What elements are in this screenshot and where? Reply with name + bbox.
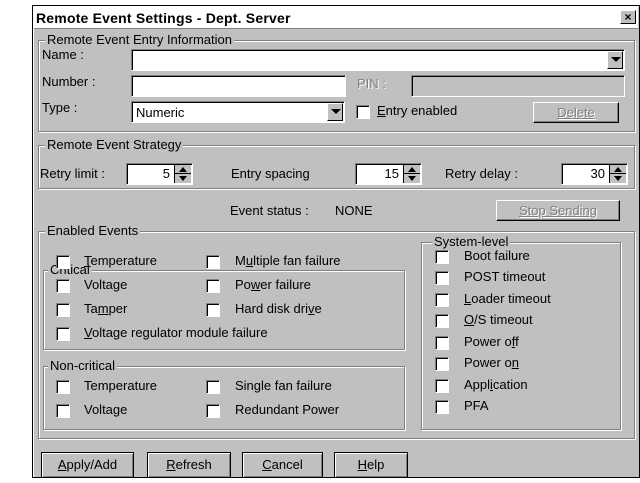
vrm-failure-label: Voltage regulator module failure <box>84 325 268 340</box>
event-status-value: NONE <box>335 203 373 218</box>
type-label: Type : <box>42 100 78 115</box>
entry-spacing-spinner[interactable]: 15 <box>355 163 422 185</box>
pfa-checkbox[interactable] <box>435 400 449 414</box>
power-off-checkbox[interactable] <box>435 336 449 350</box>
post-timeout-label: POST timeout <box>464 269 546 284</box>
retry-delay-label: Retry delay : <box>445 166 518 181</box>
nc-temperature-checkbox[interactable] <box>56 380 70 394</box>
type-value: Numeric <box>136 105 185 120</box>
vrm-failure-checkbox[interactable] <box>56 327 70 341</box>
chevron-down-icon[interactable] <box>327 103 343 121</box>
strategy-title: Remote Event Strategy <box>45 137 184 153</box>
name-combobox[interactable] <box>131 49 625 71</box>
power-off-label: Power off <box>464 334 519 349</box>
critical-temperature-label: Temperature <box>84 253 157 268</box>
stop-sending-label: Stop Sending <box>518 203 598 218</box>
power-failure-checkbox[interactable] <box>206 279 220 293</box>
refresh-label: Refresh <box>166 457 212 472</box>
os-timeout-label: O/S timeout <box>464 312 533 327</box>
nc-voltage-label: Voltage <box>84 402 128 417</box>
entry-enabled-label: Entry enabled <box>377 103 458 118</box>
hard-disk-drive-checkbox[interactable] <box>206 303 220 317</box>
number-label: Number : <box>42 74 96 89</box>
power-on-label: Power on <box>464 355 519 370</box>
retry-limit-label: Retry limit : <box>40 166 105 181</box>
refresh-button[interactable]: Refresh <box>147 452 231 478</box>
loader-timeout-checkbox[interactable] <box>435 293 449 307</box>
retry-limit-spinner[interactable]: 5 <box>126 163 193 185</box>
retry-limit-value: 5 <box>162 166 170 181</box>
number-field[interactable] <box>131 75 346 97</box>
retry-limit-stepper[interactable] <box>174 165 191 183</box>
window-title: Remote Event Settings - Dept. Server <box>36 10 291 26</box>
enabled-events-title: Enabled Events <box>45 223 141 239</box>
pin-field[interactable] <box>411 75 625 97</box>
spin-up-icon[interactable] <box>404 165 420 174</box>
type-select[interactable]: Numeric <box>131 101 345 123</box>
entry-enabled-checkbox[interactable] <box>356 105 370 119</box>
multiple-fan-failure-checkbox[interactable] <box>206 255 220 269</box>
single-fan-failure-checkbox[interactable] <box>206 380 220 394</box>
help-label: Help <box>357 457 385 472</box>
delete-label: Delete <box>557 105 595 120</box>
spin-up-icon[interactable] <box>175 165 191 174</box>
chevron-down-icon[interactable] <box>607 51 623 69</box>
application-label: Application <box>464 377 528 392</box>
delete-button[interactable]: Delete <box>533 102 619 123</box>
spin-up-icon[interactable] <box>610 165 626 174</box>
single-fan-failure-label: Single fan failure <box>235 378 332 393</box>
boot-failure-checkbox[interactable] <box>435 250 449 264</box>
apply-add-button[interactable]: Apply/Add <box>41 452 134 478</box>
close-icon[interactable]: × <box>620 10 636 24</box>
entry-information-title: Remote Event Entry Information <box>45 32 234 48</box>
critical-voltage-label: Voltage <box>84 277 128 292</box>
power-on-checkbox[interactable] <box>435 357 449 371</box>
redundant-power-label: Redundant Power <box>235 402 340 417</box>
multiple-fan-failure-label: Multiple fan failure <box>235 253 341 268</box>
help-button[interactable]: Help <box>334 452 408 478</box>
pfa-label: PFA <box>464 398 489 413</box>
power-failure-label: Power failure <box>235 277 311 292</box>
entry-spacing-label: Entry spacing <box>231 166 310 181</box>
title-bar[interactable]: Remote Event Settings - Dept. Server × <box>34 7 638 29</box>
application-checkbox[interactable] <box>435 379 449 393</box>
apply-add-label: Apply/Add <box>57 457 118 472</box>
boot-failure-label: Boot failure <box>464 248 530 263</box>
entry-spacing-value: 15 <box>384 166 399 181</box>
cancel-button[interactable]: Cancel <box>242 452 323 478</box>
tamper-label: Tamper <box>84 301 128 316</box>
post-timeout-checkbox[interactable] <box>435 271 449 285</box>
remote-event-settings-dialog: Remote Event Settings - Dept. Server × R… <box>32 5 640 478</box>
redundant-power-checkbox[interactable] <box>206 404 220 418</box>
spin-down-icon[interactable] <box>175 174 191 183</box>
nc-temperature-label: Temperature <box>84 378 157 393</box>
os-timeout-checkbox[interactable] <box>435 314 449 328</box>
name-label: Name : <box>42 47 84 62</box>
pin-label: PIN : <box>357 76 386 91</box>
entry-spacing-stepper[interactable] <box>403 165 420 183</box>
retry-delay-spinner[interactable]: 30 <box>561 163 628 185</box>
critical-temperature-checkbox[interactable] <box>56 255 70 269</box>
tamper-checkbox[interactable] <box>56 303 70 317</box>
non-critical-group: Non-critical <box>43 358 405 430</box>
non-critical-title: Non-critical <box>48 358 118 374</box>
nc-voltage-checkbox[interactable] <box>56 404 70 418</box>
retry-delay-value: 30 <box>590 166 605 181</box>
spin-down-icon[interactable] <box>610 174 626 183</box>
retry-delay-stepper[interactable] <box>609 165 626 183</box>
loader-timeout-label: Loader timeout <box>464 291 551 306</box>
hard-disk-drive-label: Hard disk drive <box>235 301 322 316</box>
critical-voltage-checkbox[interactable] <box>56 279 70 293</box>
event-status-label: Event status : <box>230 203 309 218</box>
stop-sending-button[interactable]: Stop Sending <box>496 200 620 221</box>
cancel-label: Cancel <box>262 457 303 472</box>
spin-down-icon[interactable] <box>404 174 420 183</box>
